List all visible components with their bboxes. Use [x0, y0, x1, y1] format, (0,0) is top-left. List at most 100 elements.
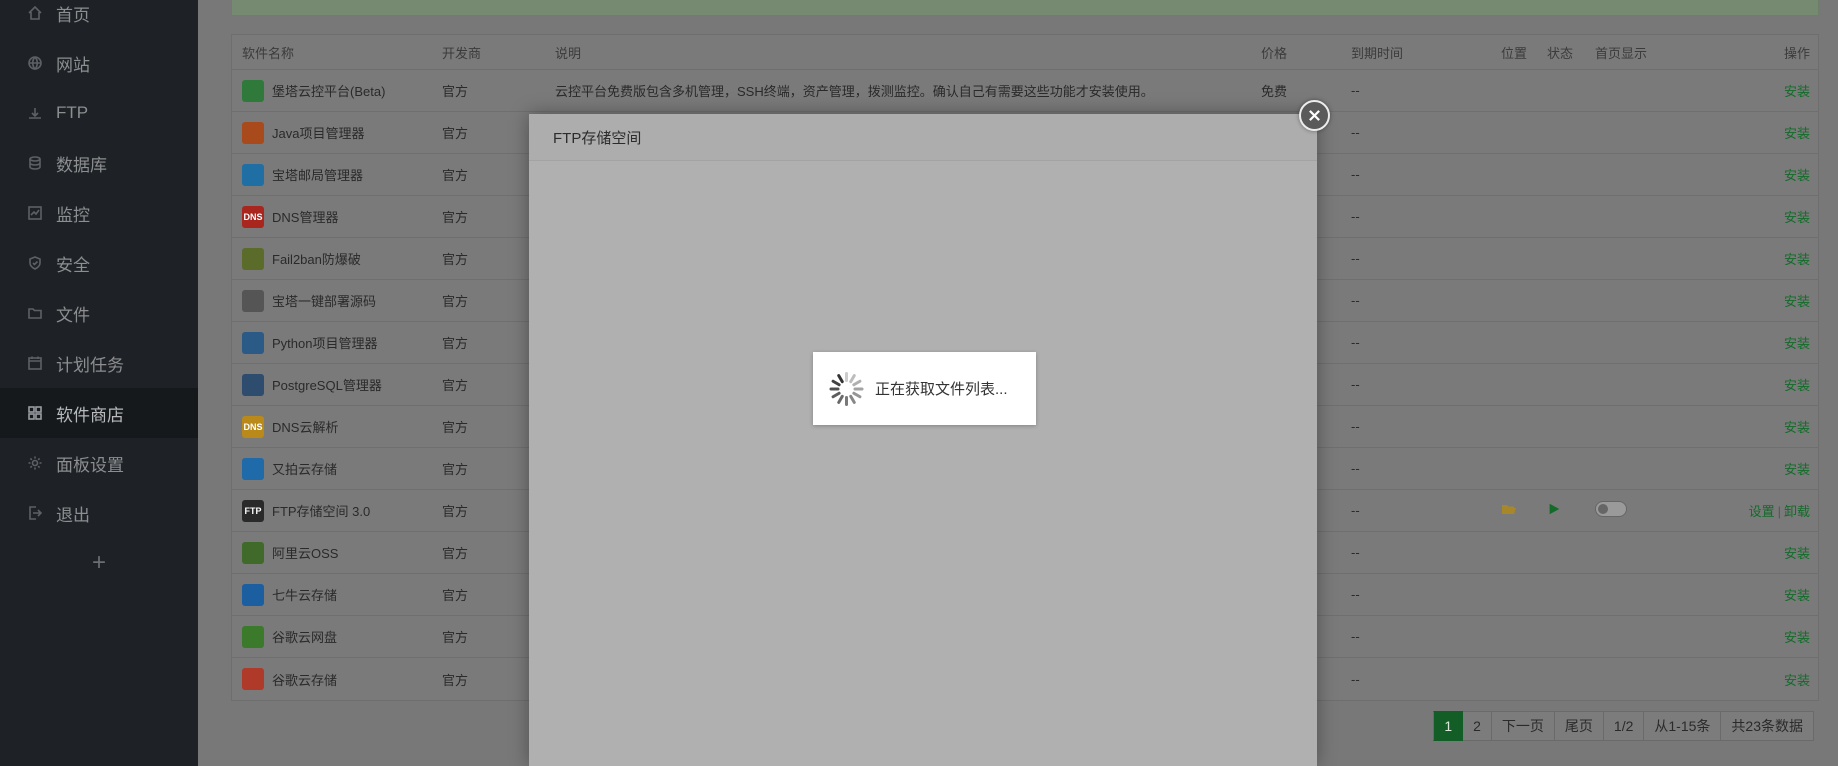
software-name: 宝塔邮局管理器: [272, 168, 364, 183]
install-link[interactable]: 安装: [1784, 336, 1810, 351]
cell-expiry: --: [1351, 377, 1360, 392]
cell-name: 又拍云存储: [232, 457, 434, 480]
logout-icon: [26, 504, 44, 522]
cell-name: 堡塔云控平台(Beta): [232, 79, 434, 102]
sidebar-item-monitor[interactable]: 监控: [0, 188, 198, 238]
mail-icon: [242, 163, 264, 186]
col-header-action: 操作: [1783, 45, 1810, 61]
spinner-bar: [845, 371, 848, 382]
col-header-position: 位置: [1501, 45, 1528, 61]
software-name: 又拍云存储: [272, 462, 338, 477]
install-link[interactable]: 安装: [1784, 252, 1810, 267]
cell-action: 安装: [1729, 543, 1818, 562]
modal-header: FTP存储空间: [529, 114, 1317, 161]
cell-name: Python项目管理器: [232, 331, 434, 354]
software-name: DNS管理器: [272, 210, 339, 225]
software-name: DNS云解析: [272, 420, 339, 435]
cell-description: 云控平台免费版包含多机管理，SSH终端，资产管理，拨测监控。确认自己有需要这些功…: [555, 84, 1154, 99]
sidebar-item-database[interactable]: 数据库: [0, 138, 198, 188]
cell-name: PostgreSQL管理器: [232, 373, 434, 396]
sidebar-item-label: 面板设置: [56, 455, 124, 475]
sidebar: 首页网站 FTP 数据库监控安全 文件计划任务软件商店面板设置退出 +: [0, 0, 198, 766]
software-name: 堡塔云控平台(Beta): [272, 84, 386, 99]
install-link[interactable]: 安装: [1784, 420, 1810, 435]
sidebar-item-label: 网站: [56, 55, 90, 75]
software-name: Python项目管理器: [272, 336, 378, 351]
cell-action: 设置 | 卸载: [1729, 501, 1818, 520]
cell-position: [1493, 501, 1541, 520]
spinner-bar: [829, 387, 840, 390]
play-icon[interactable]: [1547, 502, 1561, 516]
install-link[interactable]: 安装: [1784, 84, 1810, 99]
cell-action: 安装: [1729, 333, 1818, 352]
page-2-button[interactable]: 2: [1463, 711, 1492, 741]
cell-price: 免费: [1261, 84, 1288, 99]
loading-indicator: 正在获取文件列表...: [813, 352, 1036, 425]
fail2ban-icon: [242, 247, 264, 270]
qiniu-icon: [242, 583, 264, 606]
cell-expiry: --: [1351, 251, 1360, 266]
install-link[interactable]: 安装: [1784, 168, 1810, 183]
sidebar-item-grid[interactable]: 软件商店: [0, 388, 198, 438]
sidebar-item-label: 监控: [56, 205, 90, 225]
dns-icon: DNS: [242, 205, 264, 228]
cell-expiry: --: [1351, 587, 1360, 602]
home-display-toggle[interactable]: [1595, 501, 1627, 517]
col-header-name: 软件名称: [242, 45, 295, 61]
next-page-button[interactable]: 下一页: [1491, 711, 1555, 741]
sidebar-item-label: 计划任务: [56, 355, 124, 375]
install-link[interactable]: 安装: [1784, 673, 1810, 688]
col-header-expiry: 到期时间: [1351, 45, 1404, 61]
install-link[interactable]: 安装: [1784, 588, 1810, 603]
software-name: Java项目管理器: [272, 126, 365, 141]
range-info: 从1-15条: [1644, 711, 1722, 741]
sidebar-item-globe[interactable]: 网站: [0, 38, 198, 88]
last-page-button[interactable]: 尾页: [1554, 711, 1604, 741]
cell-name: 宝塔一键部署源码: [232, 289, 434, 312]
sidebar-nav: 首页网站 FTP 数据库监控安全 文件计划任务软件商店面板设置退出: [0, 0, 198, 538]
cell-name: DNS DNS管理器: [232, 205, 434, 228]
install-link[interactable]: 安装: [1784, 462, 1810, 477]
ftp-icon: [26, 104, 44, 122]
cell-name: 宝塔邮局管理器: [232, 163, 434, 186]
dns-cloud-icon: DNS: [242, 415, 264, 438]
modal-close-button[interactable]: [1299, 100, 1330, 131]
install-link[interactable]: 安装: [1784, 378, 1810, 393]
install-link[interactable]: 安装: [1784, 210, 1810, 225]
col-header-status: 状态: [1547, 45, 1574, 61]
settings-link[interactable]: 设置: [1749, 504, 1775, 519]
spinner-icon: [829, 371, 865, 407]
sidebar-item-folder[interactable]: 文件: [0, 288, 198, 338]
sidebar-item-label: 软件商店: [56, 405, 124, 425]
page-1-button[interactable]: 1: [1433, 711, 1464, 741]
cell-name: 谷歌云网盘: [232, 625, 434, 648]
cell-name: Fail2ban防爆破: [232, 247, 434, 270]
postgresql-icon: [242, 373, 264, 396]
cell-home-display: [1589, 501, 1729, 520]
folder-open-icon[interactable]: [1501, 501, 1517, 517]
cell-expiry: --: [1351, 671, 1360, 687]
cell-action: 安装: [1729, 670, 1818, 689]
sidebar-item-shield[interactable]: 安全: [0, 238, 198, 288]
loading-text: 正在获取文件列表...: [875, 381, 1008, 398]
install-link[interactable]: 安装: [1784, 294, 1810, 309]
sidebar-item-ftp[interactable]: FTP: [0, 88, 198, 138]
install-link[interactable]: 安装: [1784, 630, 1810, 645]
install-link[interactable]: 安装: [1784, 546, 1810, 561]
folder-icon: [26, 304, 44, 322]
add-shortcut-button[interactable]: +: [0, 548, 198, 578]
cell-action: 安装: [1729, 207, 1818, 226]
sidebar-item-calendar[interactable]: 计划任务: [0, 338, 198, 388]
google-cloud-icon: [242, 668, 264, 690]
python-icon: [242, 331, 264, 354]
cell-action: 安装: [1729, 81, 1818, 100]
install-link[interactable]: 安装: [1784, 126, 1810, 141]
uninstall-link[interactable]: 卸载: [1784, 504, 1810, 519]
sidebar-item-logout[interactable]: 退出: [0, 488, 198, 538]
cell-action: 安装: [1729, 627, 1818, 646]
sidebar-item-gear[interactable]: 面板设置: [0, 438, 198, 488]
calendar-icon: [26, 354, 44, 372]
sidebar-item-home[interactable]: 首页: [0, 0, 198, 38]
cell-expiry: --: [1351, 461, 1360, 476]
sidebar-item-label: FTP: [56, 103, 89, 122]
